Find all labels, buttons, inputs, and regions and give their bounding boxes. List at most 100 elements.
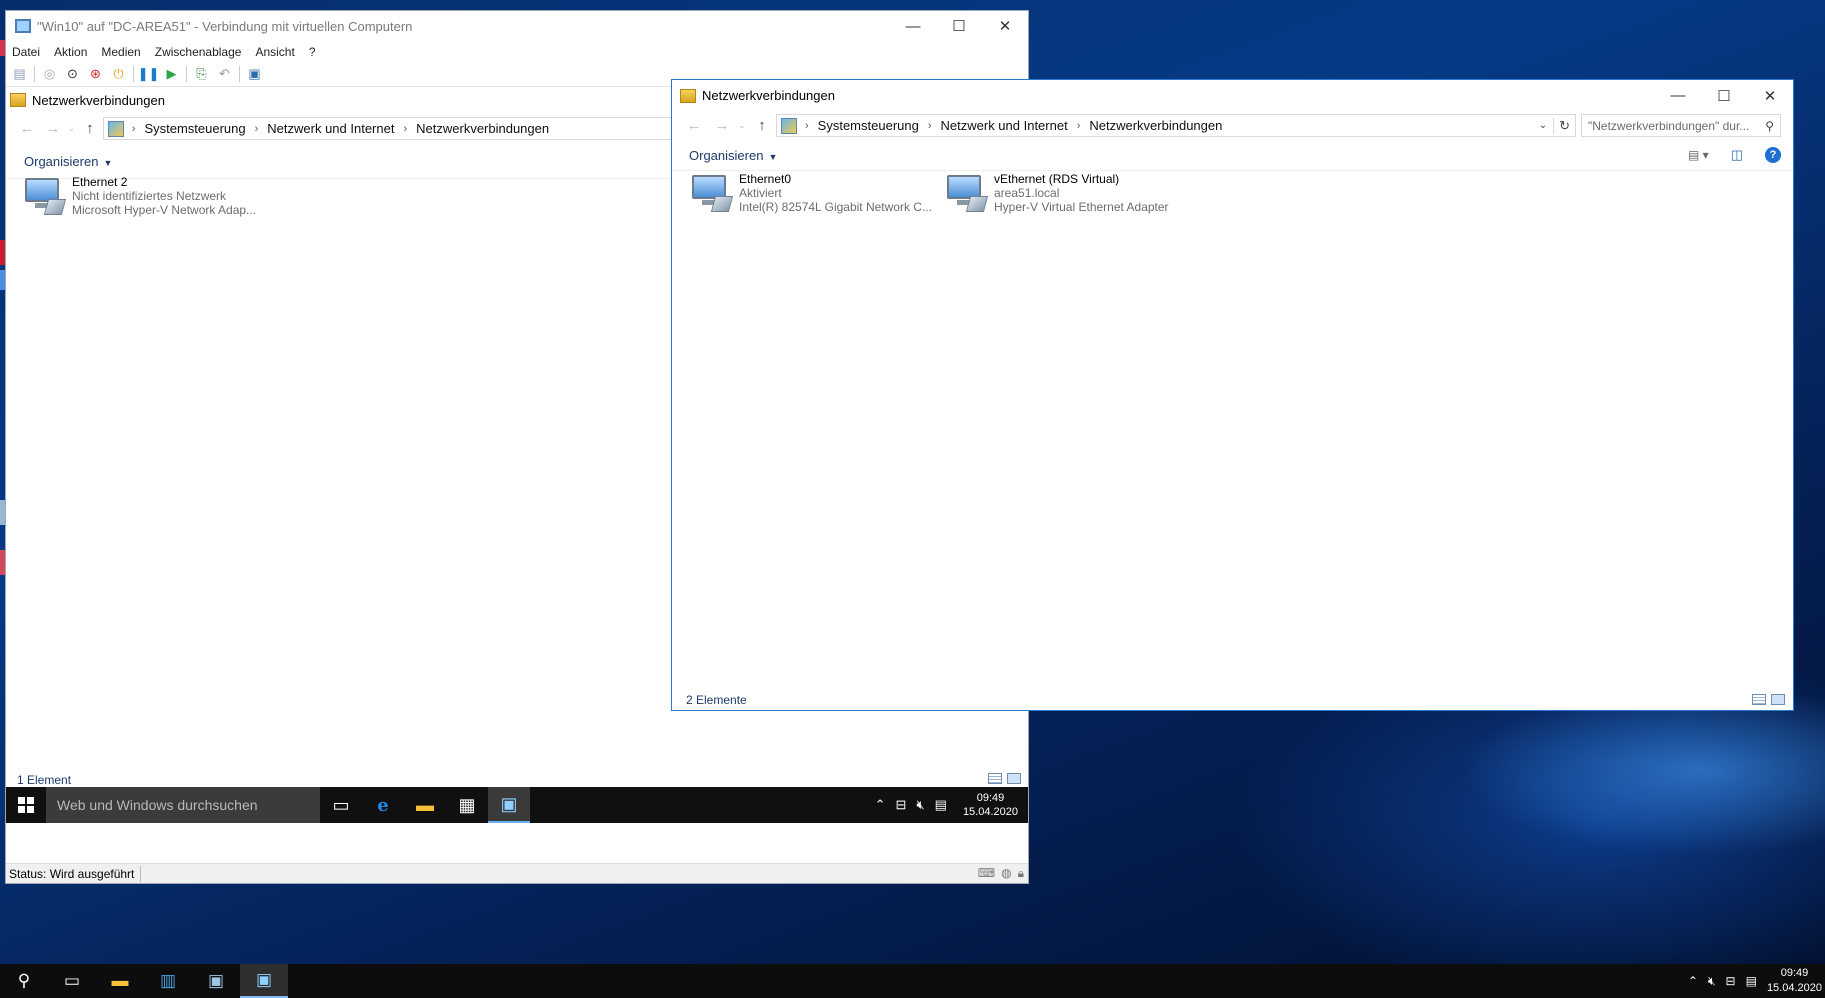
vm-menubar: Datei Aktion Medien Zwischenablage Ansic… [6, 41, 1028, 62]
menu-help[interactable]: ? [309, 45, 316, 59]
guest-explorer-title: Netzwerkverbindungen [32, 92, 165, 108]
pause-icon[interactable]: ❚❚ [138, 66, 160, 83]
control-panel-icon [781, 117, 797, 134]
action-center-icon[interactable]: ▤ [935, 797, 947, 813]
breadcrumb-netzwerk-und-internet[interactable]: Netzwerk und Internet [941, 118, 1068, 133]
shut-down-icon[interactable]: ⊛ [87, 66, 104, 83]
organize-button[interactable]: Organisieren ▼ [6, 154, 112, 169]
host-system-tray: ⌃ 🔇︎ ⊟ ▤ 09:49 15.04.2020 [1688, 966, 1825, 996]
lock-icon: 🔒︎ [1017, 866, 1024, 880]
organize-button[interactable]: Organisieren ▼ [672, 148, 777, 163]
recent-chevron-icon[interactable]: ⌄ [736, 120, 748, 131]
windows-logo-icon [18, 797, 34, 813]
close-button[interactable]: ✕ [1747, 80, 1793, 111]
arrow-left-icon[interactable]: ← [14, 120, 40, 137]
store-icon[interactable]: ▦ [446, 787, 488, 823]
minimize-button[interactable]: — [890, 11, 936, 41]
network-item-ethernet0[interactable]: Ethernet0 Aktiviert Intel(R) 82574L Giga… [689, 172, 932, 214]
guest-system-tray: ⌃ ⊟ 🔇︎ ▤ 09:49 15.04.2020 [875, 791, 1028, 819]
menu-ansicht[interactable]: Ansicht [255, 45, 294, 59]
arrow-right-icon[interactable]: → [708, 117, 736, 134]
task-view-icon[interactable]: ▭ [320, 787, 362, 823]
volume-muted-icon[interactable]: 🔇︎ [1708, 974, 1716, 989]
menu-aktion[interactable]: Aktion [54, 45, 87, 59]
change-view-icon[interactable]: ▤ ▾ [1688, 148, 1709, 162]
turn-off-icon[interactable]: ⊙ [64, 66, 81, 83]
action-center-icon[interactable]: ▤ [1746, 974, 1757, 988]
enhanced-session-icon[interactable]: ▣ [246, 66, 263, 83]
large-icons-view-icon[interactable] [1007, 773, 1021, 784]
edge-icon[interactable]: e [362, 787, 404, 823]
guest-clock[interactable]: 09:49 15.04.2020 [963, 791, 1018, 819]
vm-titlebar[interactable]: "Win10" auf "DC-AREA51" - Verbindung mit… [6, 11, 1028, 41]
search-icon[interactable]: ⚲ [0, 964, 48, 998]
resume-icon[interactable]: ▶ [163, 66, 180, 83]
start-icon[interactable]: ◎ [41, 66, 58, 83]
chevron-up-icon[interactable]: ⌃ [875, 797, 886, 813]
host-view-toggle [1752, 694, 1785, 705]
breadcrumb-netzwerkverbindungen[interactable]: Netzwerkverbindungen [1089, 118, 1222, 133]
volume-muted-icon[interactable]: 🔇︎ [916, 797, 924, 813]
save-state-icon[interactable]: ⏻ [110, 66, 127, 83]
arrow-right-icon[interactable]: → [40, 120, 66, 137]
vm-window-title: "Win10" auf "DC-AREA51" - Verbindung mit… [37, 18, 413, 34]
host-item-count: 2 Elemente [686, 693, 747, 707]
revert-icon[interactable]: ↶ [216, 66, 233, 83]
checkpoint-icon[interactable]: ⎘ [193, 66, 210, 83]
guest-taskbar: Web und Windows durchsuchen ▭ e ▬ ▦ ▣ ⌃ … [6, 787, 1028, 823]
menu-medien[interactable]: Medien [101, 45, 140, 59]
hyper-v-manager-icon[interactable]: ▣ [192, 964, 240, 998]
keyboard-icon: ⌨ [977, 866, 996, 880]
close-button[interactable]: ✕ [982, 11, 1028, 41]
network-connections-taskbar-icon[interactable]: ▣ [488, 787, 530, 823]
server-manager-icon[interactable]: ▥ [144, 964, 192, 998]
vm-status-text: Status: Wird ausgeführt [9, 866, 135, 881]
details-view-icon[interactable] [1752, 694, 1766, 705]
breadcrumb-netzwerkverbindungen[interactable]: Netzwerkverbindungen [416, 121, 549, 136]
breadcrumb-systemsteuerung[interactable]: Systemsteuerung [144, 121, 245, 136]
network-adapter-icon [944, 172, 989, 214]
network-adapter-icon [689, 172, 734, 214]
host-search-box[interactable]: "Netzwerkverbindungen" dur... ⚲ [1581, 114, 1781, 137]
maximize-button[interactable]: ☐ [936, 11, 982, 41]
host-clock[interactable]: 09:49 15.04.2020 [1767, 966, 1822, 996]
file-explorer-icon[interactable]: ▬ [96, 964, 144, 998]
chevron-up-icon[interactable]: ⌃ [1688, 974, 1698, 988]
help-icon[interactable]: ? [1765, 147, 1781, 163]
minimize-button[interactable]: — [1655, 80, 1701, 111]
network-icon[interactable]: ⊟ [1726, 974, 1736, 988]
host-nav-row: ← → ⌄ ↑ › Systemsteuerung › Netzwerk und… [672, 111, 1793, 140]
breadcrumb-netzwerk-und-internet[interactable]: Netzwerk und Internet [267, 121, 394, 136]
network-item-ethernet-2[interactable]: Ethernet 2 Nicht identifiziertes Netzwer… [22, 175, 256, 217]
details-view-icon[interactable] [988, 773, 1002, 784]
vm-status-bar: Status: Wird ausgeführt ⌨ ◍ 🔒︎ [6, 863, 1028, 883]
large-icons-view-icon[interactable] [1771, 694, 1785, 705]
refresh-icon[interactable]: ↻ [1553, 117, 1575, 134]
arrow-left-icon[interactable]: ← [680, 117, 708, 134]
host-explorer-title: Netzwerkverbindungen [702, 88, 835, 103]
recent-chevron-icon[interactable]: ⌄ [66, 123, 77, 134]
maximize-button[interactable]: ☐ [1701, 80, 1747, 111]
menu-zwischenablage[interactable]: Zwischenablage [155, 45, 242, 59]
menu-datei[interactable]: Datei [12, 45, 40, 59]
ctrl-alt-del-icon[interactable]: ▤ [11, 66, 28, 83]
preview-pane-icon[interactable]: ◫ [1731, 147, 1743, 163]
host-explorer-titlebar[interactable]: Netzwerkverbindungen [672, 80, 1793, 111]
network-item-vethernet[interactable]: vEthernet (RDS Virtual) area51.local Hyp… [944, 172, 1169, 214]
arrow-up-icon[interactable]: ↑ [748, 117, 776, 134]
host-taskbar: ⚲ ▭ ▬ ▥ ▣ ▣ ⌃ 🔇︎ ⊟ ▤ 09:49 15.04.2020 [0, 964, 1825, 998]
guest-item-count: 1 Element [17, 773, 72, 787]
arrow-up-icon[interactable]: ↑ [77, 120, 103, 137]
network-warning-icon[interactable]: ⊟ [896, 797, 907, 813]
breadcrumb-systemsteuerung[interactable]: Systemsteuerung [818, 118, 919, 133]
file-explorer-icon[interactable]: ▬ [404, 787, 446, 823]
host-address-bar[interactable]: › Systemsteuerung › Netzwerk und Interne… [776, 114, 1576, 137]
vm-connection-taskbar-icon[interactable]: ▣ [240, 964, 288, 998]
start-button[interactable] [6, 787, 46, 823]
vm-connect-icon [15, 19, 31, 33]
guest-view-toggle [988, 773, 1021, 784]
network-folder-icon [10, 93, 26, 107]
address-dropdown-icon[interactable]: ⌄ [1539, 120, 1547, 131]
guest-search-box[interactable]: Web und Windows durchsuchen [46, 787, 320, 823]
task-view-icon[interactable]: ▭ [48, 964, 96, 998]
